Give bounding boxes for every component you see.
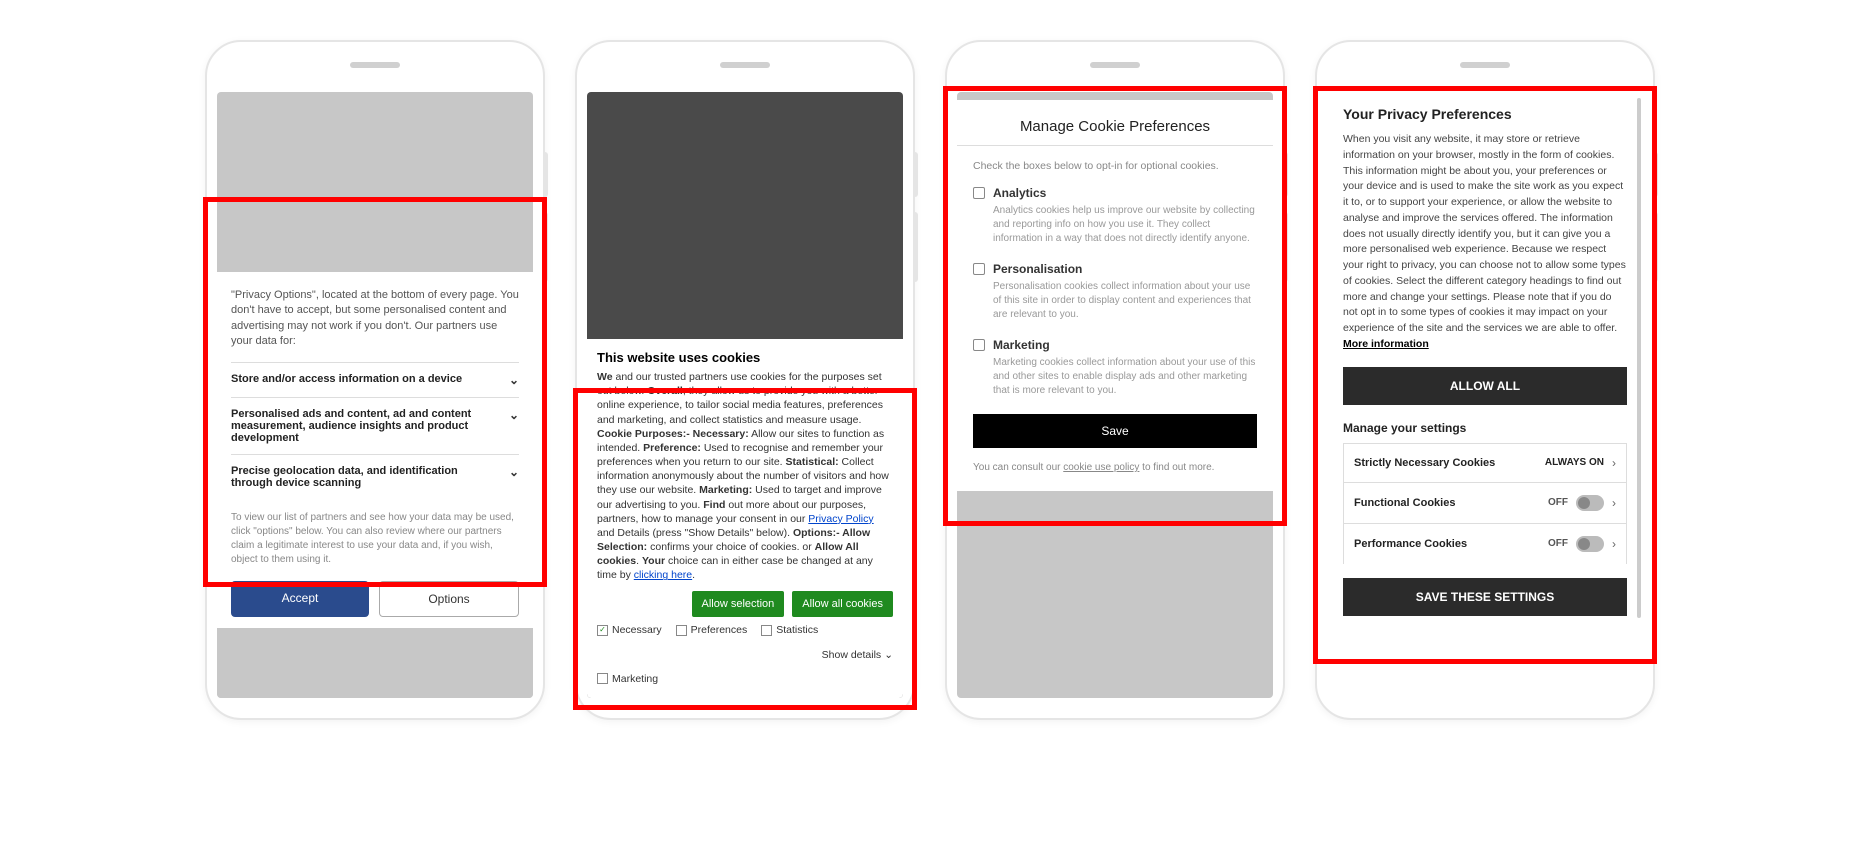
dialog-title: This website uses cookies — [597, 349, 893, 367]
cookie-category-row[interactable]: Functional Cookies OFF › — [1343, 482, 1627, 523]
option-label: Personalisation — [993, 262, 1082, 276]
privacy-policy-link[interactable]: Privacy Policy — [808, 513, 873, 525]
cookie-option: Analytics Analytics cookies help us impr… — [973, 186, 1257, 246]
always-on-label: ALWAYS ON — [1545, 457, 1604, 468]
necessary-checkbox[interactable] — [597, 625, 608, 636]
option-description: Marketing cookies collect information ab… — [993, 356, 1257, 398]
purpose-row[interactable]: Store and/or access information on a dev… — [231, 362, 519, 397]
consent-dialog-3: Manage Cookie Preferences Check the boxe… — [957, 100, 1273, 491]
personalisation-checkbox[interactable] — [973, 263, 985, 275]
chevron-right-icon: › — [1612, 456, 1616, 470]
allow-all-button[interactable]: ALLOW ALL — [1343, 367, 1627, 405]
phone-frame-3: Manage Cookie Preferences Check the boxe… — [945, 40, 1285, 720]
consent-dialog-4: Your Privacy Preferences When you visit … — [1327, 92, 1643, 632]
row-label: Functional Cookies — [1354, 497, 1455, 509]
consent-dialog-2: This website uses cookies We and our tru… — [587, 339, 903, 698]
accept-button[interactable]: Accept — [231, 581, 369, 617]
consent-dialog-1: "Privacy Options", located at the bottom… — [217, 272, 533, 637]
purpose-row[interactable]: Precise geolocation data, and identifica… — [231, 454, 519, 499]
functional-toggle[interactable] — [1576, 495, 1604, 511]
scrollbar[interactable] — [1637, 98, 1641, 618]
manage-settings-heading: Manage your settings — [1343, 421, 1627, 435]
chevron-down-icon: ⌄ — [509, 408, 519, 422]
show-details-toggle[interactable]: Show details⌄ — [822, 648, 893, 662]
option-description: Analytics cookies help us improve our we… — [993, 204, 1257, 246]
option-label: Analytics — [993, 186, 1046, 200]
dialog-title: Manage Cookie Preferences — [973, 118, 1257, 135]
more-information-link[interactable]: More information — [1343, 338, 1429, 350]
screen-1: "Privacy Options", located at the bottom… — [217, 92, 533, 698]
cookie-policy-link[interactable]: cookie use policy — [1063, 462, 1139, 473]
dialog-body: When you visit any website, it may store… — [1343, 132, 1627, 353]
dialog-title: Your Privacy Preferences — [1343, 106, 1627, 122]
statistics-checkbox[interactable] — [761, 625, 772, 636]
chevron-right-icon: › — [1612, 537, 1616, 551]
option-label: Marketing — [993, 338, 1050, 352]
preferences-checkbox[interactable] — [676, 625, 687, 636]
intro-text: "Privacy Options", located at the bottom… — [231, 288, 519, 350]
row-label: Performance Cookies — [1354, 538, 1467, 550]
divider — [957, 145, 1273, 146]
phone-frame-2: This website uses cookies We and our tru… — [575, 40, 915, 720]
marketing-checkbox[interactable] — [597, 673, 608, 684]
purpose-row[interactable]: Personalised ads and content, ad and con… — [231, 397, 519, 454]
row-label: Strictly Necessary Cookies — [1354, 457, 1495, 469]
chevron-down-icon: ⌄ — [509, 373, 519, 387]
screen-3: Manage Cookie Preferences Check the boxe… — [957, 92, 1273, 698]
analytics-checkbox[interactable] — [973, 187, 985, 199]
purpose-label: Store and/or access information on a dev… — [231, 373, 462, 385]
screen-2: This website uses cookies We and our tru… — [587, 92, 903, 698]
phone-frame-4: Your Privacy Preferences When you visit … — [1315, 40, 1655, 720]
chevron-right-icon: › — [1612, 496, 1616, 510]
cookie-option: Marketing Marketing cookies collect info… — [973, 338, 1257, 398]
phone-frame-1: "Privacy Options", located at the bottom… — [205, 40, 545, 720]
purpose-label: Precise geolocation data, and identifica… — [231, 465, 499, 489]
chevron-down-icon: ⌄ — [509, 465, 519, 479]
off-label: OFF — [1548, 497, 1568, 508]
options-button[interactable]: Options — [379, 581, 519, 617]
save-button[interactable]: Save — [973, 414, 1257, 448]
dialog-subtitle: Check the boxes below to opt-in for opti… — [973, 160, 1257, 172]
off-label: OFF — [1548, 538, 1568, 549]
cookie-option: Personalisation Personalisation cookies … — [973, 262, 1257, 322]
footer-text: You can consult our cookie use policy to… — [973, 462, 1257, 473]
cookie-category-row[interactable]: Performance Cookies OFF › — [1343, 523, 1627, 564]
allow-selection-button[interactable]: Allow selection — [692, 591, 785, 618]
footnote-text: To view our list of partners and see how… — [231, 511, 519, 567]
clicking-here-link[interactable]: clicking here — [634, 569, 692, 581]
cookie-category-row[interactable]: Strictly Necessary Cookies ALWAYS ON › — [1343, 443, 1627, 482]
save-settings-button[interactable]: SAVE THESE SETTINGS — [1343, 578, 1627, 616]
allow-all-button[interactable]: Allow all cookies — [792, 591, 893, 618]
marketing-checkbox[interactable] — [973, 339, 985, 351]
purpose-label: Personalised ads and content, ad and con… — [231, 408, 499, 444]
background-overlay — [217, 628, 533, 698]
screen-4: Your Privacy Preferences When you visit … — [1327, 92, 1643, 698]
option-description: Personalisation cookies collect informat… — [993, 280, 1257, 322]
dialog-body: We and our trusted partners use cookies … — [597, 370, 893, 583]
performance-toggle[interactable] — [1576, 536, 1604, 552]
chevron-down-icon: ⌄ — [884, 648, 893, 662]
